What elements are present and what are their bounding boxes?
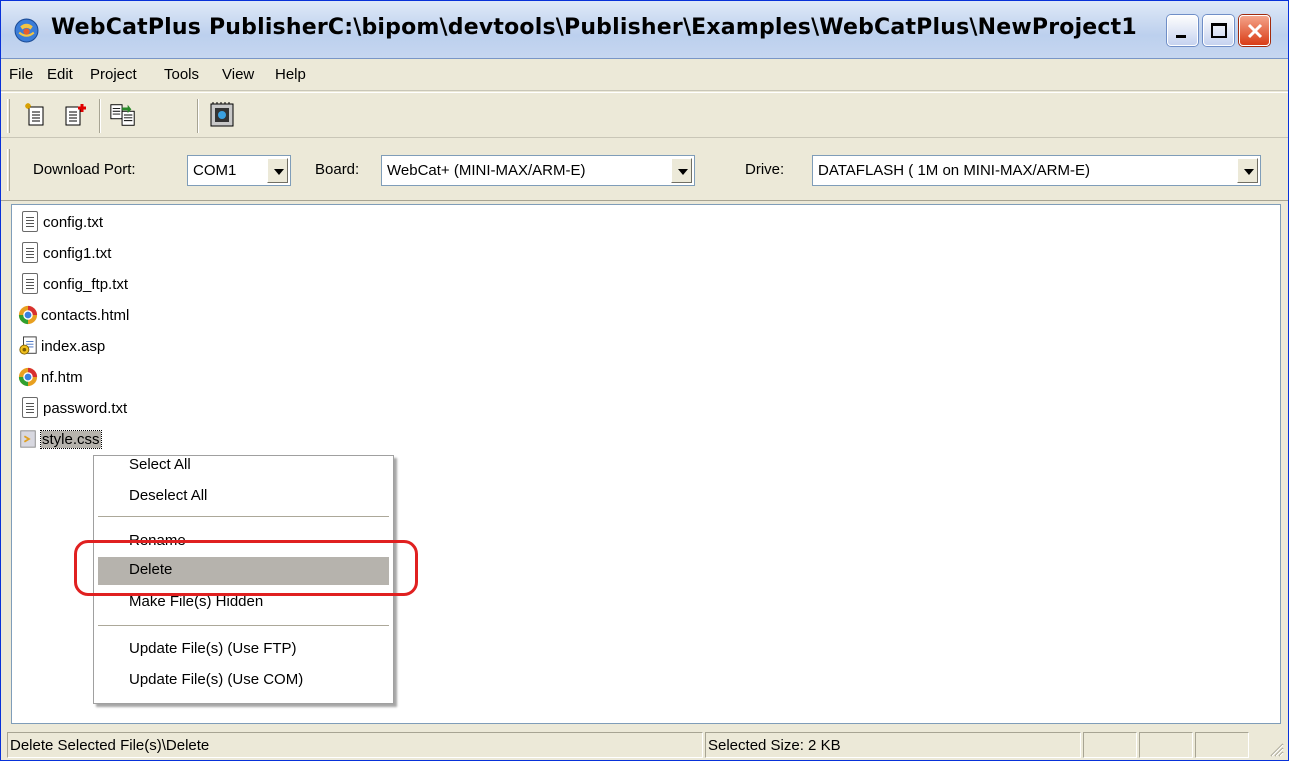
board-icon[interactable] [208,101,236,129]
text-file-icon [20,242,40,264]
new-project-icon[interactable] [21,101,49,129]
new-file-icon[interactable] [61,101,89,129]
list-item[interactable]: config1.txt [20,239,111,267]
chevron-down-icon[interactable] [671,158,692,183]
resize-grip-icon[interactable] [1266,739,1284,757]
menu-edit[interactable]: Edit [47,66,73,83]
file-name: nf.htm [41,368,83,386]
menu-tools[interactable]: Tools [164,66,199,83]
text-file-icon [20,273,40,295]
status-panel [1195,732,1249,758]
toolbar-separator [197,99,199,133]
minimize-icon [1176,35,1186,38]
settings-bar: Download Port: COM1 Board: WebCat+ (MINI… [1,139,1288,201]
copy-files-icon[interactable] [109,101,137,129]
menu-help[interactable]: Help [275,66,306,83]
list-item[interactable]: nf.htm [18,363,83,391]
text-file-icon [20,211,40,233]
status-panel [1083,732,1137,758]
browser-icon [18,305,38,325]
download-port-value: COM1 [193,162,237,179]
drive-select[interactable]: DATAFLASH ( 1M on MINI-MAX/ARM-E) [812,155,1261,186]
status-panel [1139,732,1193,758]
board-label: Board: [315,161,360,178]
list-item[interactable]: config.txt [20,208,103,236]
file-name: config_ftp.txt [43,275,129,293]
maximize-icon [1211,23,1227,38]
highlight-annotation [74,540,418,596]
menu-view[interactable]: View [222,66,254,83]
menu-file[interactable]: File [9,66,33,83]
list-item[interactable]: index.asp [18,332,105,360]
app-icon [14,18,39,43]
status-message: Delete Selected File(s)\Delete [7,732,703,758]
drive-value: DATAFLASH ( 1M on MINI-MAX/ARM-E) [818,162,1090,179]
title-bar[interactable]: WebCatPlus PublisherC:\bipom\devtools\Pu… [1,1,1288,59]
chevron-down-icon[interactable] [1237,158,1258,183]
list-item[interactable]: password.txt [20,394,127,422]
board-select[interactable]: WebCat+ (MINI-MAX/ARM-E) [381,155,695,186]
window-title: WebCatPlus PublisherC:\bipom\devtools\Pu… [51,15,1137,40]
toolbar-grip[interactable] [7,99,10,133]
download-port-label: Download Port: [33,161,136,178]
css-file-icon [20,430,36,448]
status-selected-size: Selected Size: 2 KB [705,732,1081,758]
asp-file-icon [19,336,37,355]
settings-grip[interactable] [7,149,10,191]
toolbar-separator [99,99,101,133]
app-window: WebCatPlus PublisherC:\bipom\devtools\Pu… [0,0,1289,761]
file-name: config.txt [43,213,104,231]
chevron-down-icon[interactable] [267,158,288,183]
maximize-button[interactable] [1203,15,1234,46]
menu-separator [98,625,389,626]
drive-label: Drive: [745,161,785,178]
close-icon [1247,23,1263,39]
toolbar [1,92,1288,138]
menu-item-update-com[interactable]: Update File(s) (Use COM) [98,667,389,695]
status-bar: Delete Selected File(s)\Delete Selected … [1,728,1288,760]
menu-bar: File Edit Project Tools View Help [1,60,1288,91]
minimize-button[interactable] [1167,15,1198,46]
download-port-select[interactable]: COM1 [187,155,291,186]
menu-separator [98,516,389,517]
board-value: WebCat+ (MINI-MAX/ARM-E) [387,162,586,179]
menu-item-deselect-all[interactable]: Deselect All [98,483,389,511]
list-item[interactable]: contacts.html [18,301,129,329]
list-item[interactable]: config_ftp.txt [20,270,128,298]
close-button[interactable] [1239,15,1270,46]
menu-item-update-ftp[interactable]: Update File(s) (Use FTP) [98,636,389,664]
file-name: password.txt [43,399,128,417]
menu-project[interactable]: Project [90,66,137,83]
list-item-selected[interactable]: style.css [18,425,102,453]
file-name: style.css [40,429,102,449]
file-name: config1.txt [43,244,112,262]
text-file-icon [20,397,40,419]
browser-icon [18,367,38,387]
file-name: contacts.html [41,306,130,324]
menu-item-select-all[interactable]: Select All [98,452,389,480]
file-name: index.asp [41,337,106,355]
